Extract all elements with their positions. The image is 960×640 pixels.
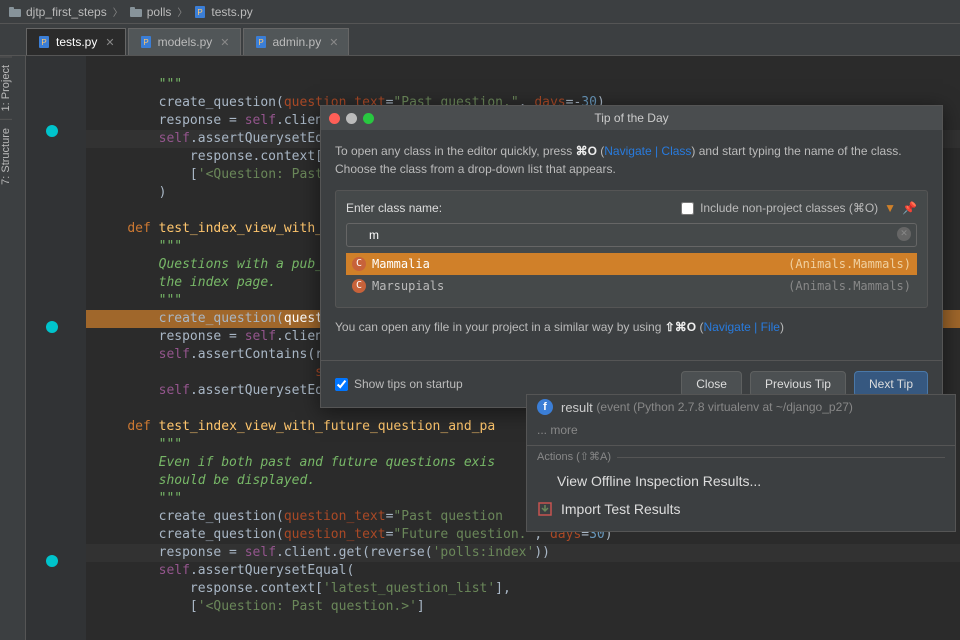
breadcrumb-item[interactable]: P tests.py: [193, 5, 252, 19]
class-badge-icon: C: [352, 257, 366, 271]
breadcrumb-item[interactable]: djtp_first_steps: [8, 5, 107, 19]
editor-gutter: [26, 56, 86, 640]
close-icon[interactable]: ✕: [220, 36, 229, 49]
actions-divider: Actions (⇧⌘A): [527, 445, 955, 467]
tool-window-bar: 1: Project 7: Structure: [0, 56, 26, 640]
dialog-titlebar[interactable]: Tip of the Day: [321, 106, 942, 130]
folder-icon: [129, 5, 143, 19]
breakpoint-icon[interactable]: [46, 321, 58, 333]
navigate-file-link[interactable]: Navigate | File: [703, 320, 779, 334]
python-file-icon: P: [254, 35, 268, 49]
python-file-icon: P: [139, 35, 153, 49]
breadcrumb-item[interactable]: polls: [129, 5, 172, 19]
show-tips-checkbox[interactable]: [335, 378, 348, 391]
dialog-title: Tip of the Day: [321, 111, 942, 125]
tab-admin[interactable]: P admin.py ✕: [243, 28, 350, 55]
structure-tool-button[interactable]: 7: Structure: [0, 119, 12, 193]
search-result-item[interactable]: C Mammalia (Animals.Mammals): [346, 253, 917, 275]
close-icon[interactable]: ✕: [329, 36, 338, 49]
enter-class-label: Enter class name:: [346, 201, 442, 215]
python-file-icon: P: [37, 35, 51, 49]
project-tool-button[interactable]: 1: Project: [0, 56, 12, 119]
folder-icon: [8, 5, 22, 19]
tip-text: To open any class in the editor quickly,…: [335, 142, 928, 178]
tip-of-day-dialog: Tip of the Day To open any class in the …: [320, 105, 943, 408]
class-search-input[interactable]: [346, 223, 917, 247]
search-everywhere-popup: f result (event (Python 2.7.8 virtualenv…: [526, 394, 956, 532]
svg-text:P: P: [143, 38, 148, 47]
include-nonproject-label: Include non-project classes (⌘O): [700, 201, 878, 215]
editor-tabs: P tests.py ✕ P models.py ✕ P admin.py ✕: [0, 24, 960, 56]
chevron-right-icon: 〉: [177, 4, 187, 19]
filter-icon[interactable]: ▼: [884, 201, 896, 215]
tab-models[interactable]: P models.py ✕: [128, 28, 241, 55]
pin-icon[interactable]: 📌: [902, 201, 917, 215]
more-row[interactable]: ... more: [527, 419, 955, 441]
svg-text:P: P: [198, 8, 203, 17]
clear-icon[interactable]: ✕: [897, 227, 911, 241]
class-badge-icon: C: [352, 279, 366, 293]
breakpoint-icon[interactable]: [46, 125, 58, 137]
close-icon[interactable]: ✕: [105, 36, 114, 49]
navigate-class-link[interactable]: Navigate | Class: [604, 144, 691, 158]
result-row[interactable]: f result (event (Python 2.7.8 virtualenv…: [527, 395, 955, 419]
include-nonproject-checkbox[interactable]: [681, 202, 694, 215]
tab-tests[interactable]: P tests.py ✕: [26, 28, 126, 55]
svg-text:P: P: [258, 38, 263, 47]
python-file-icon: P: [193, 5, 207, 19]
breakpoint-icon[interactable]: [46, 555, 58, 567]
breadcrumb: djtp_first_steps 〉 polls 〉 P tests.py: [0, 0, 960, 24]
svg-text:P: P: [41, 38, 46, 47]
chevron-right-icon: 〉: [113, 4, 123, 19]
action-import-test-results[interactable]: Import Test Results: [527, 495, 955, 523]
search-result-item[interactable]: C Marsupials (Animals.Mammals): [346, 275, 917, 297]
field-badge-icon: f: [537, 399, 553, 415]
import-icon: [537, 501, 553, 517]
action-view-offline-inspection[interactable]: View Offline Inspection Results...: [527, 467, 955, 495]
class-lookup-panel: Enter class name: Include non-project cl…: [335, 190, 928, 308]
tip-text-2: You can open any file in your project in…: [335, 318, 928, 336]
show-tips-label: Show tips on startup: [354, 377, 463, 391]
